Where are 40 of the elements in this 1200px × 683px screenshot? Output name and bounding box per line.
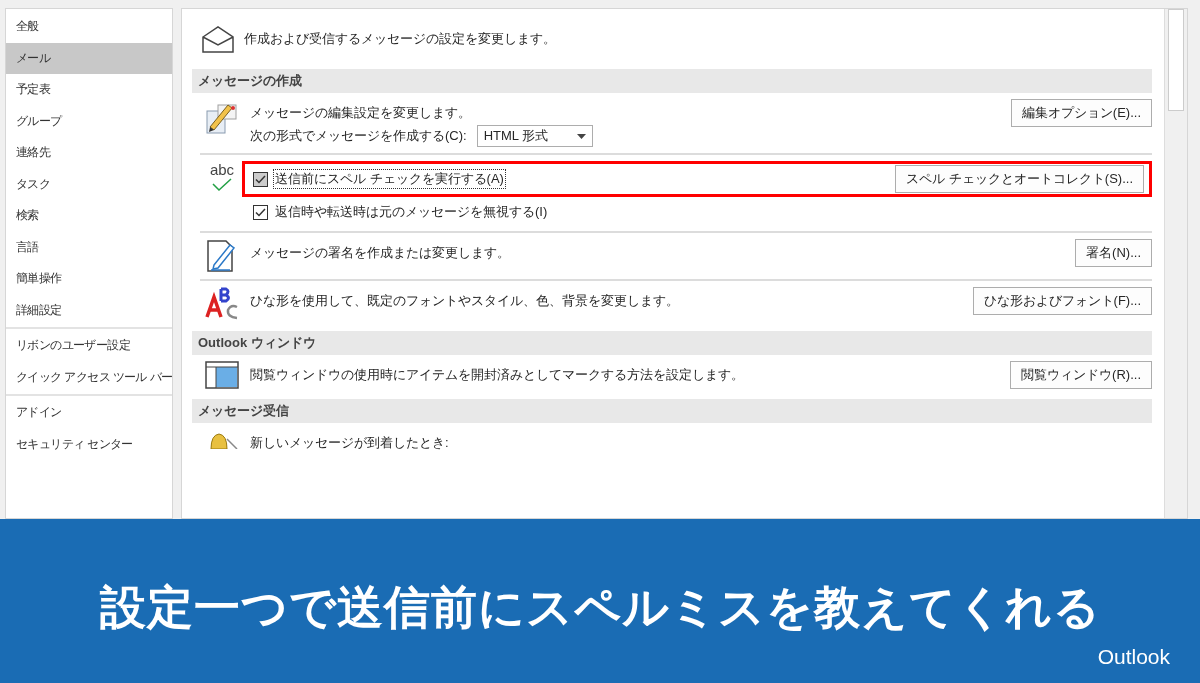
sidebar-item[interactable]: 検索 — [6, 200, 172, 232]
sidebar-item[interactable]: リボンのユーザー設定 — [6, 330, 172, 362]
brand-label: Outlook — [1097, 645, 1170, 669]
sidebar-item[interactable]: 簡単操作 — [6, 263, 172, 295]
option-button[interactable]: 編集オプション(E)... — [1010, 99, 1152, 127]
option-button[interactable]: ひな形およびフォント(F)... — [972, 287, 1152, 315]
signature-icon — [206, 239, 238, 273]
sidebar-item[interactable]: 予定表 — [6, 74, 172, 106]
reading-pane-icon — [205, 361, 239, 389]
format-dropdown[interactable]: HTML 形式 — [476, 125, 593, 147]
page-description: 作成および受信するメッセージの設定を変更します。 — [244, 30, 556, 48]
format-label: 次の形式でメッセージを作成する(C): — [250, 127, 467, 145]
section-header: Outlook ウィンドウ — [192, 331, 1152, 355]
option-button[interactable]: 閲覧ウィンドウ(R)... — [1010, 361, 1152, 389]
checkbox-option[interactable]: 返信時や転送時は元のメッセージを無視する(I) — [253, 203, 549, 221]
section-header: メッセージ受信 — [192, 399, 1152, 423]
sidebar-item[interactable]: アドイン — [6, 397, 172, 429]
sidebar-item[interactable]: グループ — [6, 105, 172, 137]
section-header: メッセージの作成 — [192, 69, 1152, 93]
banner-title: 設定一つで送信前にスペルミスを教えてくれる — [99, 580, 1101, 635]
sidebar-item[interactable]: 連絡先 — [6, 137, 172, 169]
sidebar-item[interactable]: メール — [6, 42, 172, 74]
checkbox-option[interactable]: 送信前にスペル チェックを実行する(A) — [253, 170, 505, 188]
sidebar-item[interactable]: 詳細設定 — [6, 294, 172, 326]
option-button[interactable]: 署名(N)... — [1075, 239, 1152, 267]
sidebar-item[interactable]: クイック アクセス ツール バー — [6, 361, 172, 393]
option-description: メッセージの編集設定を変更します。 — [250, 104, 471, 122]
option-description: メッセージの署名を作成または変更します。 — [250, 244, 510, 262]
option-button[interactable]: スペル チェックとオートコレクト(S)... — [895, 165, 1144, 193]
envelope-icon — [202, 25, 234, 53]
sidebar-item[interactable]: セキュリティ センター — [6, 428, 172, 460]
sidebar-item[interactable]: 全般 — [6, 11, 172, 43]
option-description: 新しいメッセージが到着したとき: — [250, 434, 449, 452]
dropdown-caret-icon — [576, 133, 586, 139]
sidebar-item[interactable]: タスク — [6, 168, 172, 200]
option-description: 閲覧ウィンドウの使用時にアイテムを開封済みとしてマークする方法を設定します。 — [250, 366, 744, 384]
scrollbar-thumb[interactable] — [1168, 9, 1184, 111]
option-description: ひな形を使用して、既定のフォントやスタイル、色、背景を変更します。 — [250, 292, 679, 310]
sidebar-item[interactable]: 言語 — [6, 231, 172, 263]
fonts-icon — [205, 287, 239, 321]
